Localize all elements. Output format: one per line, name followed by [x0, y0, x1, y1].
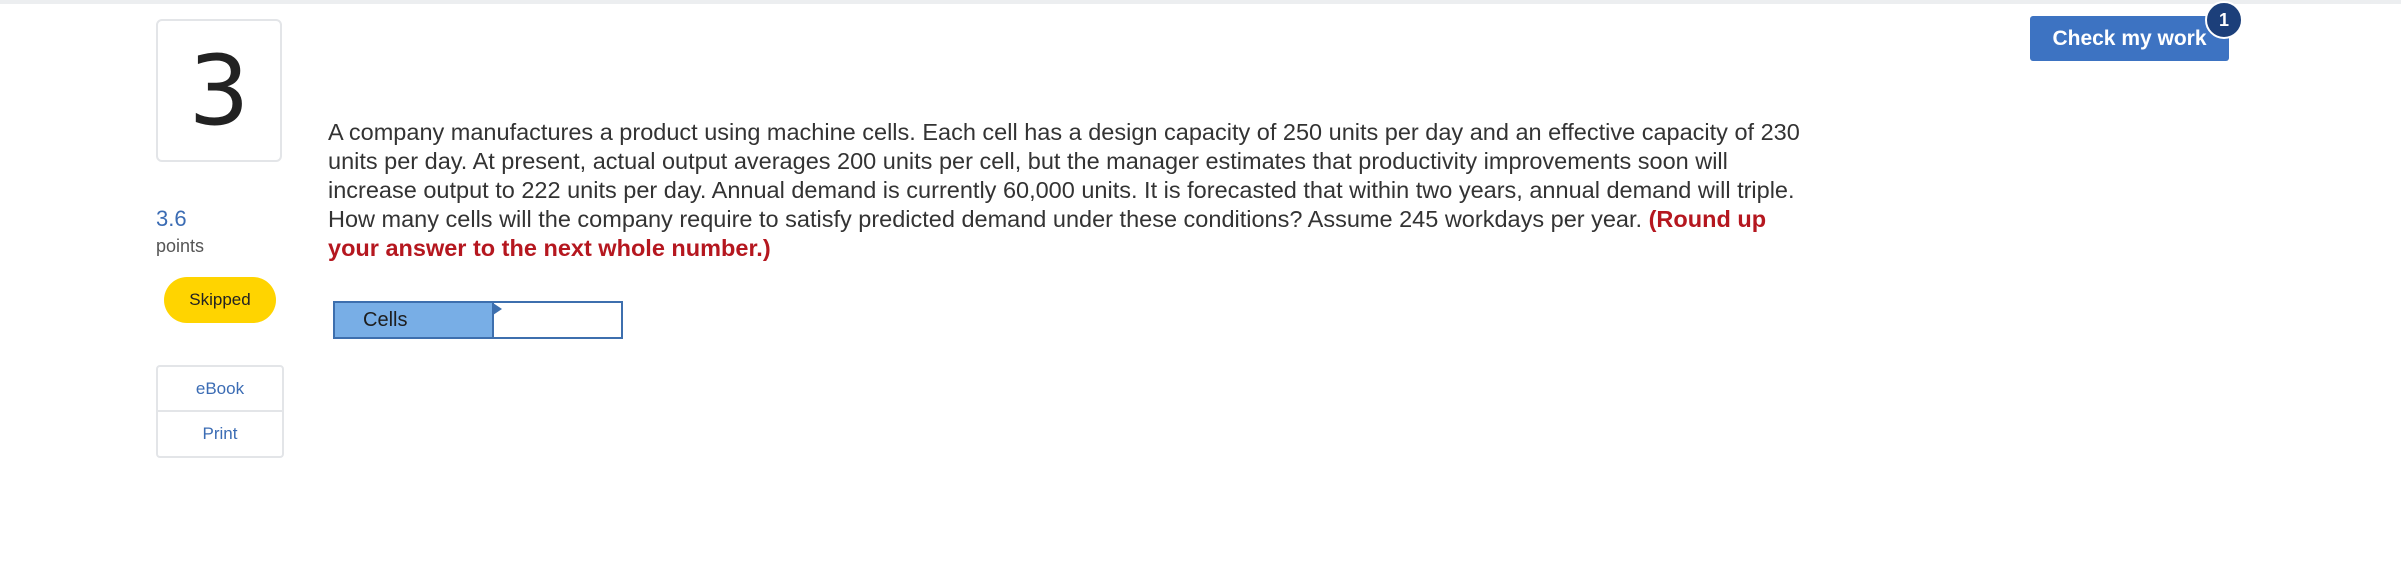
answer-row: Cells: [333, 301, 623, 339]
question-text: A company manufactures a product using m…: [328, 118, 1808, 263]
print-button[interactable]: Print: [156, 412, 284, 458]
check-count-badge: 1: [2205, 1, 2243, 39]
points-value: 3.6: [156, 206, 187, 231]
flag-icon: [493, 303, 502, 315]
answer-input-wrap: [492, 301, 623, 339]
status-badge: Skipped: [164, 277, 276, 323]
answer-label: Cells: [333, 301, 492, 339]
points-label: points: [156, 236, 205, 256]
question-number: 3: [156, 19, 282, 162]
cells-answer-input[interactable]: [492, 301, 623, 339]
ebook-button[interactable]: eBook: [156, 365, 284, 412]
top-divider: [0, 0, 2401, 4]
check-my-work-button[interactable]: Check my work: [2030, 16, 2229, 61]
question-body: A company manufactures a product using m…: [328, 119, 1800, 232]
